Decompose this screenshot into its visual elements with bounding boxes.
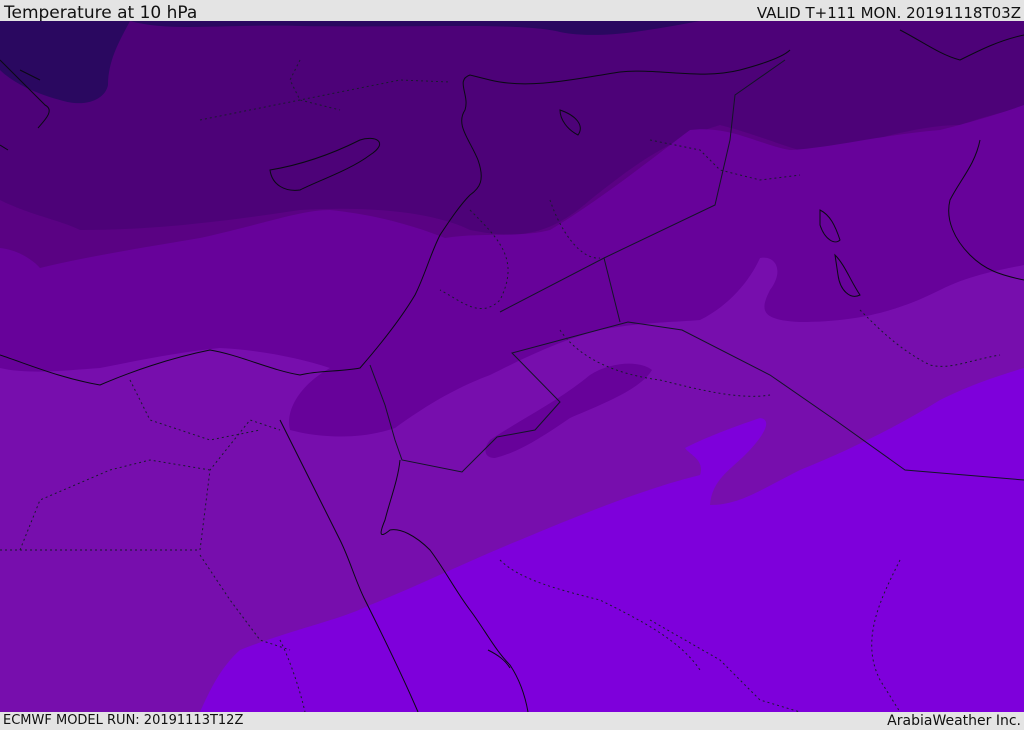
temperature-map	[0, 21, 1024, 712]
footer-bar: ECMWF MODEL RUN: 20191113T12Z ArabiaWeat…	[0, 712, 1024, 729]
header-bar: Temperature at 10 hPa VALID T+111 MON. 2…	[0, 0, 1024, 23]
model-run-label: ECMWF MODEL RUN: 20191113T12Z	[3, 713, 244, 728]
credit-label: ArabiaWeather Inc.	[887, 713, 1021, 729]
map-panel[interactable]	[0, 21, 1024, 712]
